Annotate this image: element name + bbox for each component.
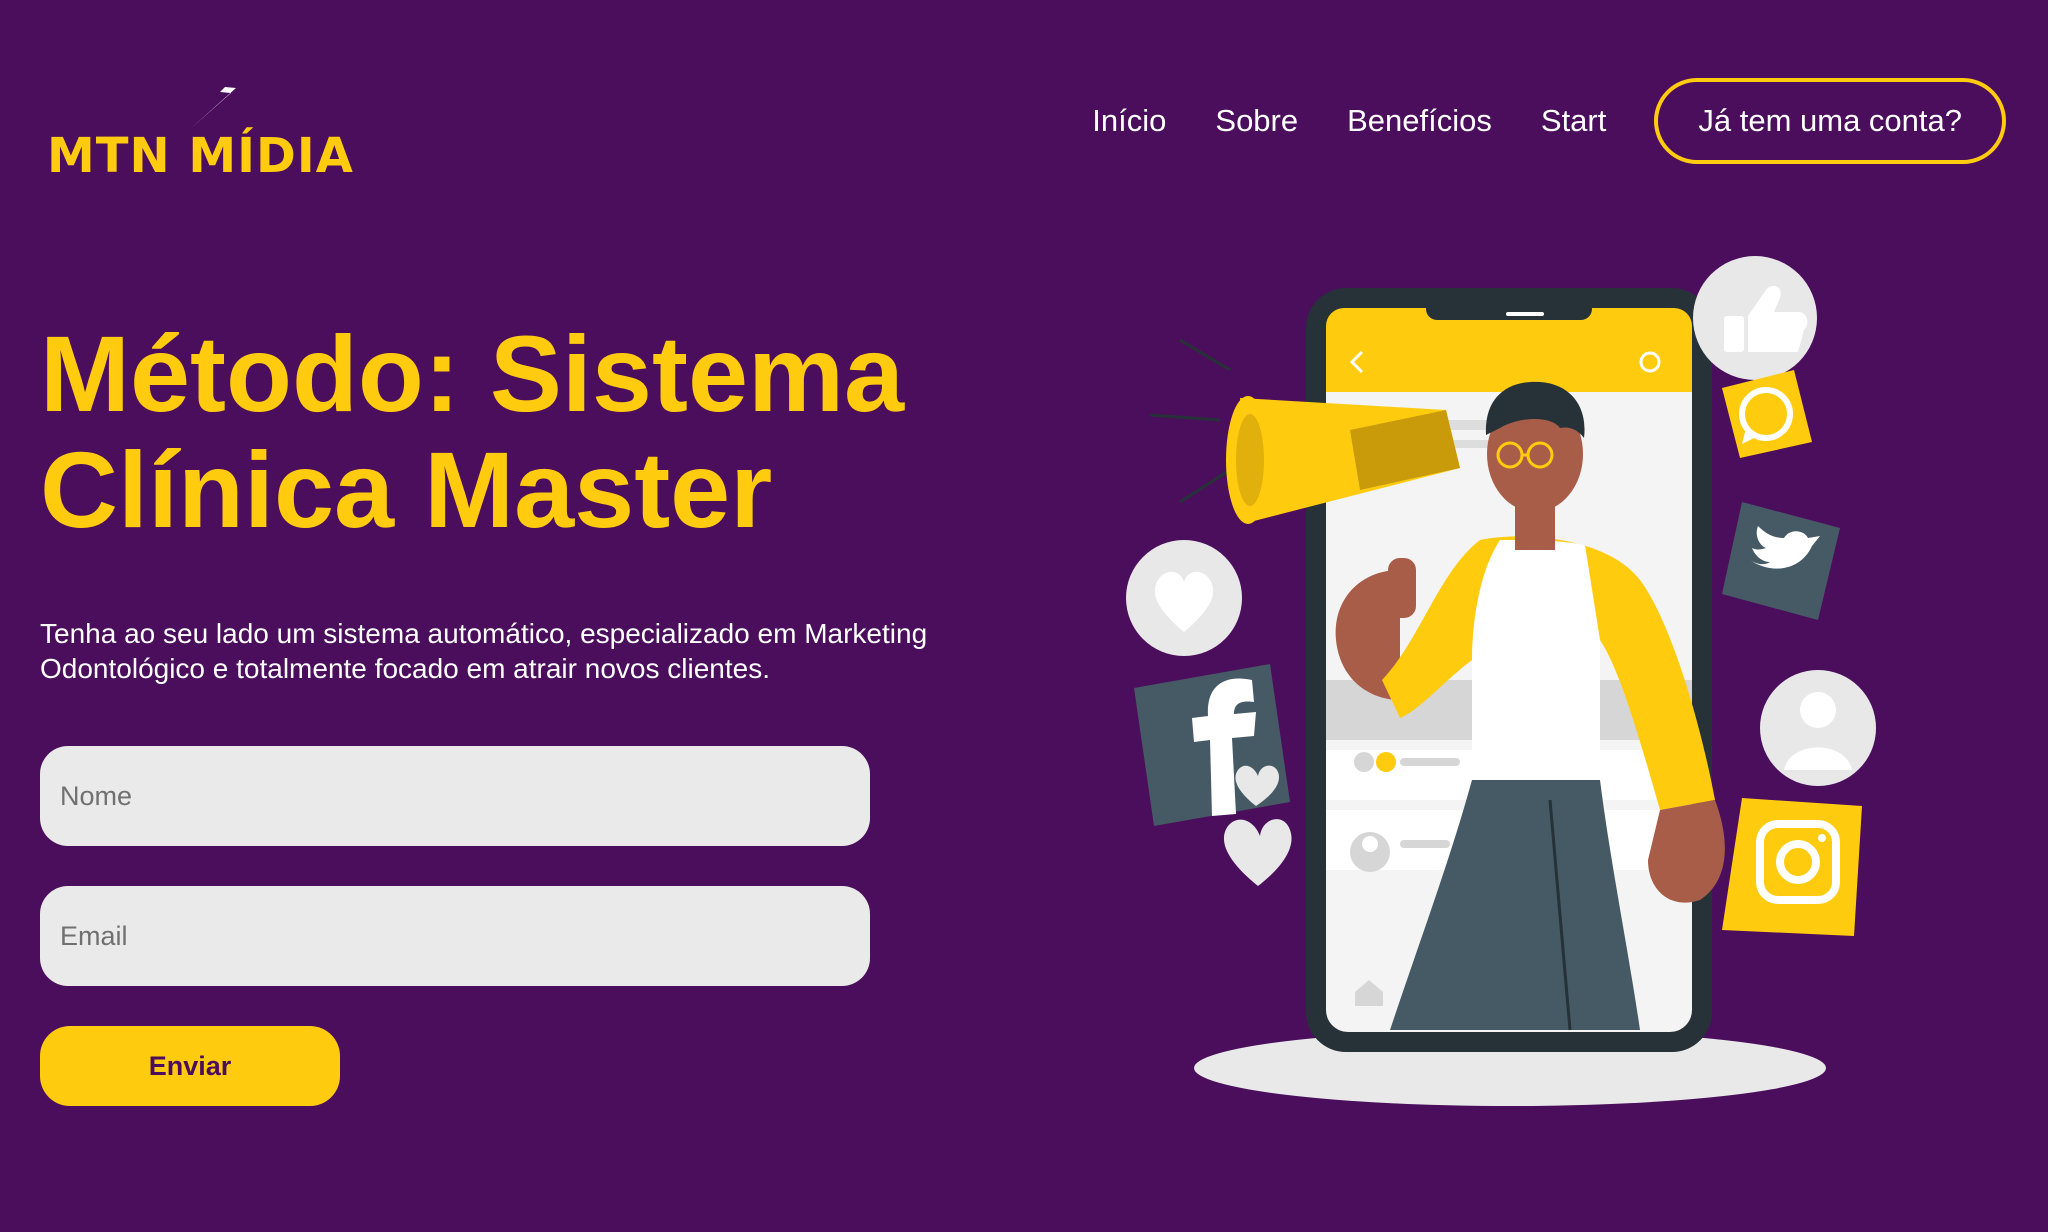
marketing-illustration — [1126, 256, 1876, 1106]
heart-icon — [1126, 540, 1242, 656]
nav-inicio[interactable]: Início — [1092, 103, 1166, 139]
whatsapp-icon — [1722, 370, 1812, 458]
main-nav: Início Sobre Benefícios Start Já tem uma… — [1092, 78, 2006, 164]
user-icon — [1760, 670, 1876, 786]
email-input[interactable] — [40, 886, 870, 986]
nav-start[interactable]: Start — [1541, 103, 1606, 139]
hero-description: Tenha ao seu lado um sistema automático,… — [40, 618, 928, 684]
lightning-bolt-icon — [189, 46, 266, 130]
logo[interactable]: MTN MÍDIA — [44, 44, 353, 184]
logo-text: MTN MÍDIA — [47, 128, 354, 184]
instagram-icon — [1722, 798, 1862, 936]
hero-title: Método: Sistema Clínica Master — [40, 313, 905, 550]
nav-sobre[interactable]: Sobre — [1215, 103, 1298, 139]
login-button[interactable]: Já tem uma conta? — [1654, 78, 2006, 164]
twitter-icon — [1722, 502, 1840, 620]
like-icon — [1693, 256, 1817, 380]
facebook-icon — [1134, 664, 1290, 826]
nav-beneficios[interactable]: Benefícios — [1347, 103, 1492, 139]
name-input[interactable] — [40, 746, 870, 846]
submit-button[interactable]: Enviar — [40, 1026, 340, 1106]
